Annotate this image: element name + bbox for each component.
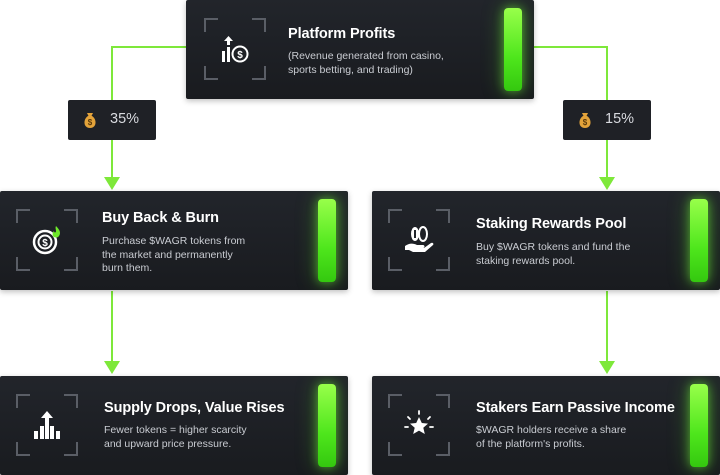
coin-burn-icon: $ [32, 226, 60, 255]
card-description: Purchase $WAGR tokens from the market an… [102, 235, 246, 274]
icon-frame [388, 394, 450, 456]
platform-profits-card: $ Platform Profits (Revenue generated fr… [186, 0, 534, 99]
card-title: Supply Drops, Value Rises [104, 400, 285, 416]
accent-bar [318, 199, 336, 282]
accent-bar [318, 384, 336, 467]
svg-text:$: $ [583, 118, 588, 127]
card-description: Buy $WAGR tokens and fund the staking re… [476, 241, 631, 267]
svg-text:$: $ [42, 238, 48, 249]
svg-text:$: $ [88, 118, 93, 127]
accent-bar [690, 384, 708, 467]
split-badge-left: $ 35% [68, 100, 156, 140]
bar-chart-up-icon [34, 411, 60, 439]
card-description: (Revenue generated from casino, sports b… [288, 50, 444, 76]
svg-text:$: $ [237, 50, 243, 61]
flow-diagram: $ Platform Profits (Revenue generated fr… [0, 0, 720, 475]
split-percentage: 15% [605, 111, 635, 127]
staking-rewards-card: Staking Rewards Pool Buy $WAGR tokens an… [372, 191, 720, 290]
arrow-head [599, 361, 615, 374]
icon-frame: $ [16, 209, 78, 271]
card-description: Fewer tokens = higher scarcity and upwar… [104, 424, 247, 450]
card-title: Staking Rewards Pool [476, 216, 627, 232]
icon-frame [388, 209, 450, 271]
card-description: $WAGR holders receive a share of the pla… [476, 424, 627, 450]
icon-frame [16, 394, 78, 456]
arrow-head [104, 361, 120, 374]
icon-frame: $ [204, 18, 266, 80]
card-title: Platform Profits [288, 26, 396, 42]
stakers-income-card: Stakers Earn Passive Income $WAGR holder… [372, 376, 720, 475]
card-title: Buy Back & Burn [102, 210, 219, 226]
star-burst-icon [404, 410, 434, 434]
money-bag-icon: $ [84, 113, 96, 128]
hand-coins-icon [405, 226, 434, 252]
revenue-growth-icon: $ [222, 36, 249, 63]
accent-bar [504, 8, 522, 91]
arrow-head [599, 177, 615, 190]
arrow-head [104, 177, 120, 190]
card-title: Stakers Earn Passive Income [476, 400, 675, 416]
buy-back-burn-card: $ Buy Back & Burn Purchase $WAGR tokens … [0, 191, 348, 290]
money-bag-icon: $ [579, 113, 591, 128]
supply-drops-card: Supply Drops, Value Rises Fewer tokens =… [0, 376, 348, 475]
split-badge-right: $ 15% [563, 100, 651, 140]
accent-bar [690, 199, 708, 282]
split-percentage: 35% [110, 111, 140, 127]
